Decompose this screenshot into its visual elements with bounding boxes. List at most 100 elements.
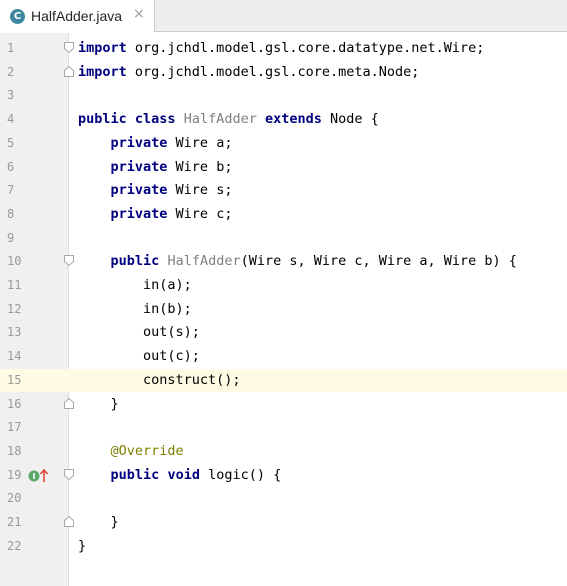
code-token: org.jchdl.model.gsl.core.meta.Node; [126,63,420,80]
code-line[interactable]: 12 in(b); [0,298,567,322]
line-number: 19 [7,467,22,482]
code-token: out(c); [143,348,200,365]
code-line[interactable]: 18 @Override [0,440,567,464]
code-text: public void logic() { [78,464,282,488]
line-number: 13 [7,325,22,340]
code-line[interactable]: 5 private Wire a; [0,132,567,156]
code-token: out(s); [143,324,200,341]
line-number: 18 [7,443,22,458]
line-number: 15 [7,372,22,387]
code-token: (Wire s, Wire c, Wire a, Wire b) { [240,253,517,270]
line-number: 16 [7,396,22,411]
keyword-token: private [110,182,168,199]
line-number: 1 [7,41,15,55]
line-number: 6 [7,159,15,174]
code-token: Wire b; [167,158,233,175]
editor-tab-bar: C HalfAdder.java × [0,0,567,32]
code-line[interactable]: 10 public HalfAdder(Wire s, Wire c, Wire… [0,250,567,274]
line-number: 4 [7,112,15,127]
keyword-token: class [134,111,176,128]
fold-start-icon[interactable] [64,468,74,480]
fold-end-icon[interactable] [64,65,74,77]
code-line[interactable]: 2 import org.jchdl.model.gsl.core.meta.No… [0,61,567,85]
tab-halfadder-java[interactable]: C HalfAdder.java × [0,0,155,32]
code-text: out(c); [78,345,200,369]
line-number: 7 [7,183,15,198]
code-token: Wire c; [167,205,233,222]
code-token: construct(); [143,371,241,388]
fold-end-icon[interactable] [64,516,74,527]
code-line[interactable]: 16 } [0,393,567,417]
code-token: Wire s; [167,182,233,199]
code-line[interactable]: 22} [0,535,567,559]
code-line-current[interactable]: 15 construct(); [0,368,567,393]
code-token: logic() { [199,466,282,483]
line-number: 5 [7,135,15,150]
line-number: 12 [7,301,22,316]
code-text: private Wire c; [78,203,233,227]
svg-text:I: I [33,472,36,481]
code-text: out(s); [78,321,200,345]
line-number: 14 [7,349,22,364]
code-text: import org.jchdl.model.gsl.core.meta.Nod… [78,61,419,85]
code-text: import org.jchdl.model.gsl.core.datatype… [78,37,484,61]
close-tab-icon[interactable]: × [133,6,145,22]
code-text: public class HalfAdder extends Node { [78,108,379,132]
code-token: Node { [321,111,379,128]
code-line[interactable]: 11 in(a); [0,274,567,298]
code-line[interactable]: 17 [0,416,567,440]
code-token: org.jchdl.model.gsl.core.datatype.net.Wi… [126,40,485,56]
line-number: 20 [7,491,22,506]
keyword-token: private [110,134,168,151]
code-line[interactable]: 14 out(c); [0,345,567,369]
class-name-token: HalfAdder [167,253,241,270]
class-name-token: HalfAdder [183,111,257,128]
keyword-token: import [78,63,127,80]
line-number: 22 [7,538,22,553]
code-line[interactable]: 4 public class HalfAdder extends Node { [0,108,567,132]
code-line[interactable]: 21 } [0,511,567,535]
code-text: private Wire b; [78,156,233,180]
code-text: private Wire a; [78,132,233,156]
code-editor[interactable]: 1 import org.jchdl.model.gsl.core.datatyp… [0,33,567,586]
code-text: @Override [78,440,184,464]
code-token: Wire a; [167,134,233,151]
line-number: 11 [7,278,22,292]
code-line[interactable]: 13 out(s); [0,321,567,345]
keyword-token: private [110,205,168,222]
code-token: } [110,514,119,530]
code-line[interactable]: 7 private Wire s; [0,179,567,203]
fold-end-icon[interactable] [64,397,74,409]
code-token: in(b); [143,300,192,317]
keyword-token: public [110,253,160,270]
line-number: 3 [7,88,15,103]
code-token: } [78,537,87,554]
code-token: in(a); [143,277,192,293]
code-line[interactable]: 1 import org.jchdl.model.gsl.core.datatyp… [0,37,567,61]
code-line[interactable]: 6 private Wire b; [0,156,567,180]
code-text: in(a); [78,274,192,298]
code-line[interactable]: 9 [0,227,567,251]
code-text: } [78,535,86,559]
code-line[interactable]: 19 I public void logic() { [0,464,567,488]
line-number: 9 [7,230,15,245]
tab-title: HalfAdder.java [31,8,123,24]
line-number: 10 [7,254,22,269]
code-text: in(b); [78,298,192,322]
overrides-method-icon[interactable]: I [28,468,50,483]
code-text: } [78,393,119,417]
code-line[interactable]: 8 private Wire c; [0,203,567,227]
code-text: private Wire s; [78,179,233,203]
keyword-token: extends [265,111,322,128]
fold-start-icon[interactable] [64,42,74,53]
code-line[interactable]: 20 [0,487,567,511]
code-line[interactable]: 3 [0,84,567,108]
line-number: 21 [7,515,22,529]
code-token: } [110,395,119,412]
line-number: 8 [7,206,15,221]
keyword-token: public [78,111,127,128]
fold-start-icon[interactable] [64,255,74,267]
